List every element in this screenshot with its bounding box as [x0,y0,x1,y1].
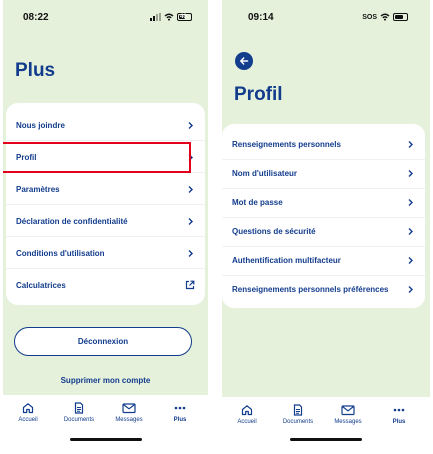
menu-item-label: Mot de passe [232,198,283,207]
external-link-icon [185,280,195,290]
menu-item-label: Paramètres [16,185,60,194]
menu-item-profil[interactable]: Profil [3,142,205,173]
tab-label: Documents [282,419,314,425]
menu-item-preferences[interactable]: Renseignements personnels préférences [222,274,425,305]
status-time: 09:14 [248,12,274,23]
page-title: Profil [234,84,283,105]
tab-label: Accueil [237,419,257,425]
menu-item-confidentialite[interactable]: Déclaration de confidentialité [6,206,205,237]
more-dots-icon [393,408,405,412]
tab-label: Messages [115,417,143,423]
mail-icon [122,403,136,414]
wifi-icon [380,13,390,21]
home-indicator [290,438,362,441]
home-icon [22,403,34,414]
wifi-icon [164,13,174,21]
status-bar: 09:14 SOS [222,8,430,24]
menu-item-parametres[interactable]: Paramètres [6,174,205,205]
tab-bar: Accueil Documents Messages Plus [222,397,430,454]
signal-icon [150,13,161,21]
menu-item-conditions[interactable]: Conditions d'utilisation [6,238,205,269]
menu-item-authentification[interactable]: Authentification multifacteur [222,245,425,276]
battery-level: 40 [180,14,187,20]
tab-messages[interactable]: Messages [104,402,154,423]
tab-label: Plus [392,419,406,425]
tab-label: Documents [63,417,95,423]
chevron-right-icon [408,170,413,177]
status-time: 08:22 [23,12,49,23]
menu-item-label: Calculatrices [16,281,66,290]
menu-item-calculatrices[interactable]: Calculatrices [6,270,205,301]
status-icons: SOS [362,13,408,21]
menu-item-mot-de-passe[interactable]: Mot de passe [222,187,425,218]
delete-account-link[interactable]: Supprimer mon compte [3,376,208,385]
menu-item-renseignements-personnels[interactable]: Renseignements personnels [222,129,425,160]
tab-label: Plus [173,417,187,423]
plus-menu-card: Nous joindre Profil Paramètres Déclarati… [3,103,205,305]
battery-icon [393,13,408,21]
document-icon [293,404,303,416]
menu-item-label: Renseignements personnels préférences [232,285,389,294]
page-title: Plus [15,60,56,81]
home-icon [241,405,253,416]
document-icon [74,402,84,414]
chevron-right-icon [188,186,193,193]
chevron-right-icon [188,250,193,257]
tab-documents[interactable]: Documents [273,404,323,425]
menu-item-label: Nous joindre [16,121,65,130]
tab-messages[interactable]: Messages [323,404,373,425]
more-dots-icon [174,406,186,410]
tab-accueil[interactable]: Accueil [222,404,272,425]
menu-item-label: Authentification multifacteur [232,256,341,265]
tab-label: Accueil [18,417,38,423]
arrow-left-icon [240,57,249,65]
tab-accueil[interactable]: Accueil [3,402,53,423]
menu-item-label: Déclaration de confidentialité [16,217,128,226]
menu-item-nous-joindre[interactable]: Nous joindre [6,110,205,141]
menu-item-label: Nom d'utilisateur [232,169,298,178]
back-button[interactable] [235,52,253,70]
chevron-right-icon [408,257,413,264]
menu-item-label: Conditions d'utilisation [16,249,105,258]
menu-item-label: Renseignements personnels [232,140,341,149]
status-bar: 08:22 40 [3,8,208,24]
menu-item-label: Questions de sécurité [232,227,316,236]
chevron-right-icon [408,141,413,148]
carrier-label: SOS [362,13,377,21]
chevron-right-icon [188,218,193,225]
tab-plus[interactable]: Plus [155,402,205,423]
chevron-right-icon [408,199,413,206]
right-phone-screen: 09:14 SOS Profil Renseignements personne… [222,0,430,454]
chevron-right-icon [408,228,413,235]
chevron-right-icon [188,122,193,129]
tab-documents[interactable]: Documents [54,402,104,423]
tab-bar: Accueil Documents Messages Plus [3,395,208,454]
status-icons: 40 [150,13,192,21]
tab-plus[interactable]: Plus [374,404,424,425]
profile-menu-card: Renseignements personnels Nom d'utilisat… [222,124,425,308]
menu-item-nom-utilisateur[interactable]: Nom d'utilisateur [222,158,425,189]
battery-icon: 40 [177,13,192,21]
left-phone-screen: 08:22 40 Plus Nous joindre Profil Paramè… [3,0,208,454]
tab-label: Messages [334,419,362,425]
home-indicator [69,438,142,441]
highlight-box [3,142,191,173]
chevron-right-icon [408,286,413,293]
logout-button[interactable]: Déconnexion [14,327,192,356]
menu-item-questions-securite[interactable]: Questions de sécurité [222,216,425,247]
mail-icon [341,405,355,416]
